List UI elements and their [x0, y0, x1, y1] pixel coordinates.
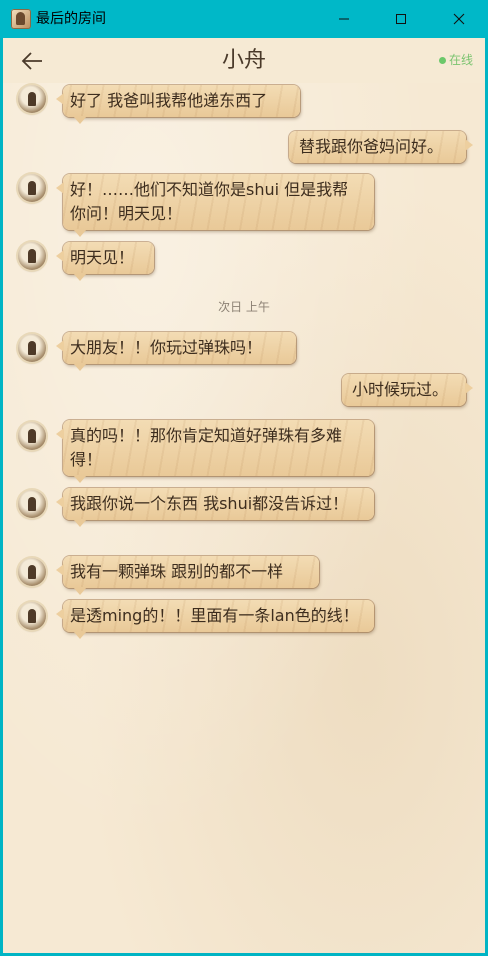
- contact-avatar[interactable]: [18, 490, 46, 518]
- chat-header: 小舟 在线: [3, 38, 485, 83]
- contact-avatar[interactable]: [18, 558, 46, 586]
- contact-avatar[interactable]: [18, 422, 46, 450]
- minimize-button[interactable]: [315, 0, 373, 38]
- message-bubble[interactable]: 是透ming的！！里面有一条lan色的线！: [56, 600, 374, 639]
- minimize-icon: [339, 18, 349, 20]
- close-icon: [453, 13, 465, 25]
- message-bubble[interactable]: 替我跟你爸妈问好。: [289, 131, 473, 163]
- message-bubble[interactable]: 真的吗！！那你肯定知道好弹珠有多难得！: [56, 420, 374, 483]
- maximize-icon: [396, 14, 406, 24]
- message-bubble[interactable]: 大朋友！！你玩过弹珠吗！: [56, 332, 296, 371]
- contact-avatar[interactable]: [18, 85, 46, 113]
- window-title: 最后的房间: [36, 11, 106, 27]
- app-icon: [11, 9, 31, 29]
- maximize-button[interactable]: [372, 0, 430, 38]
- message-bubble[interactable]: 好！……他们不知道你是shui 但是我帮你问！明天见！: [56, 174, 374, 237]
- window-titlebar: 最后的房间: [0, 0, 488, 38]
- message-bubble[interactable]: 小时候玩过。: [342, 374, 473, 406]
- close-button[interactable]: [430, 0, 488, 38]
- online-dot-icon: [438, 56, 446, 64]
- message-bubble[interactable]: 好了 我爸叫我帮他递东西了: [56, 85, 300, 124]
- contact-avatar[interactable]: [18, 174, 46, 202]
- message-bubble[interactable]: 我有一颗弹珠 跟别的都不一样: [56, 556, 319, 595]
- message-bubble[interactable]: 明天见！: [56, 242, 154, 281]
- contact-avatar[interactable]: [18, 602, 46, 630]
- contact-avatar[interactable]: [18, 334, 46, 362]
- online-status-label: 在线: [448, 53, 473, 67]
- chat-app: 小舟 在线 好了 我爸叫我帮他递东西了 替我跟你爸妈问好。 好！……他们不知道你…: [3, 38, 485, 953]
- message-bubble[interactable]: 我跟你说一个东西 我shui都没告诉过！: [56, 488, 374, 527]
- online-status: 在线: [438, 52, 473, 68]
- date-divider: 次日 上午: [218, 300, 270, 314]
- contact-avatar[interactable]: [18, 242, 46, 270]
- contact-name: 小舟: [221, 48, 266, 73]
